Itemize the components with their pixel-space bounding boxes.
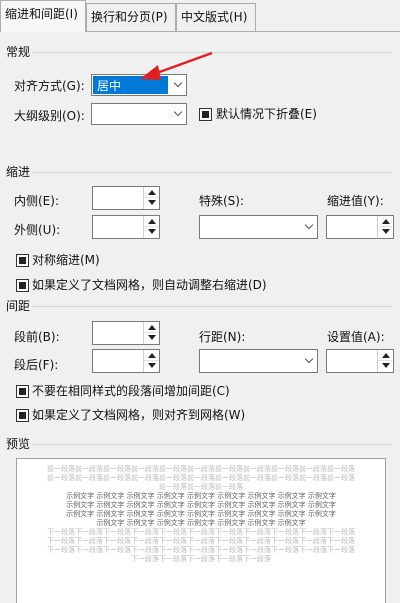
outline-level-dropdown-button[interactable] <box>169 104 186 124</box>
red-arrow-icon <box>140 51 213 80</box>
tab-line-and-page-breaks[interactable]: 换行和分页(P) <box>86 3 176 31</box>
special-indent-label: 特殊(S): <box>199 194 245 208</box>
line-spacing-label: 行距(N): <box>199 330 246 344</box>
section-divider <box>32 172 392 173</box>
spin-down-icon[interactable] <box>382 229 390 234</box>
chevron-down-icon <box>304 354 314 364</box>
tab-asian-typography[interactable]: 中文版式(H) <box>176 3 256 31</box>
snap-to-grid-label: 如果定义了文档网格，则对齐到网格(W) <box>32 408 246 422</box>
chevron-down-icon <box>173 107 183 117</box>
tab-bar: 缩进和间距(I) 换行和分页(P) 中文版式(H) <box>0 0 400 32</box>
tab-label: 换行和分页(P) <box>91 10 168 24</box>
inside-indent-spinner[interactable] <box>92 186 160 210</box>
inside-indent-label: 内侧(E): <box>14 194 59 208</box>
preview-sample-text-line: 示例文字 示例文字 示例文字 示例文字 示例文字 示例文字 示例文字 示例文字 … <box>66 501 336 509</box>
spacing-before-spinner[interactable] <box>92 321 160 345</box>
no-space-same-style-label: 不要在相同样式的段落间增加间距(C) <box>32 384 230 398</box>
special-indent-combo[interactable] <box>199 215 318 239</box>
spinner-buttons[interactable] <box>143 322 159 344</box>
preview-previous-paragraph-line: 前一段落前一段落前一段落 <box>159 483 243 491</box>
line-spacing-combo[interactable] <box>199 349 318 373</box>
tab-label: 缩进和间距(I) <box>5 7 78 21</box>
tab-label: 中文版式(H) <box>181 10 248 24</box>
preview-sample-text-line: 示例文字 示例文字 示例文字 示例文字 示例文字 示例文字 示例文字 示例文字 … <box>66 510 336 518</box>
outline-level-label: 大纲级别(O): <box>14 109 85 123</box>
section-title-general: 常规 <box>6 45 31 59</box>
spin-up-icon[interactable] <box>148 353 156 358</box>
auto-adjust-right-indent-label: 如果定义了文档网格，则自动调整右缩进(D) <box>32 278 267 292</box>
spin-up-icon[interactable] <box>148 219 156 224</box>
preview-previous-paragraph-line: 前一段落前一段落前一段落前一段落前一段落前一段落前一段落前一段落前一段落前一段落… <box>47 465 355 473</box>
spin-down-icon[interactable] <box>148 335 156 340</box>
alignment-value: 居中 <box>97 79 122 93</box>
spin-down-icon[interactable] <box>148 363 156 368</box>
chevron-down-icon <box>304 220 314 230</box>
spin-up-icon[interactable] <box>148 325 156 330</box>
alignment-label: 对齐方式(G): <box>14 79 85 93</box>
line-spacing-at-spinner[interactable] <box>326 349 394 373</box>
mirror-indents-checkbox[interactable] <box>16 254 29 267</box>
section-divider <box>32 306 392 307</box>
line-spacing-dropdown-button[interactable] <box>300 350 317 372</box>
spin-down-icon[interactable] <box>148 200 156 205</box>
preview-previous-paragraph-line: 前一段落前一段落前一段落前一段落前一段落前一段落前一段落前一段落前一段落前一段落… <box>47 474 355 482</box>
spin-up-icon[interactable] <box>148 190 156 195</box>
section-divider <box>32 444 392 445</box>
outline-level-combo[interactable] <box>91 103 187 125</box>
preview-next-paragraph-line: 下一段落下一段落下一段落下一段落下一段落下一段落下一段落下一段落下一段落下一段落… <box>47 528 355 536</box>
preview-next-paragraph-line: 下一段落下一段落下一段落下一段落下一段落 <box>131 555 271 563</box>
spinner-buttons[interactable] <box>377 216 393 238</box>
collapse-by-default-label: 默认情况下折叠(E) <box>216 107 317 121</box>
outside-indent-spinner[interactable] <box>92 215 160 239</box>
spinner-buttons[interactable] <box>377 350 393 372</box>
spinner-buttons[interactable] <box>143 216 159 238</box>
spacing-before-label: 段前(B): <box>14 330 60 344</box>
preview-pane: 前一段落前一段落前一段落前一段落前一段落前一段落前一段落前一段落前一段落前一段落… <box>16 458 386 603</box>
spin-up-icon[interactable] <box>382 353 390 358</box>
spacing-after-spinner[interactable] <box>92 349 160 373</box>
section-title-preview: 预览 <box>6 437 31 451</box>
spinner-buttons[interactable] <box>143 187 159 209</box>
preview-next-paragraph-line: 下一段落下一段落下一段落下一段落下一段落下一段落下一段落下一段落下一段落下一段落… <box>47 546 355 554</box>
auto-adjust-right-indent-checkbox[interactable] <box>16 279 29 292</box>
no-space-same-style-checkbox[interactable] <box>16 385 29 398</box>
indent-by-label: 缩进值(Y): <box>327 194 384 208</box>
preview-sample-text-line: 示例文字 示例文字 示例文字 示例文字 示例文字 示例文字 示例文字 示例文字 … <box>66 492 336 500</box>
snap-to-grid-checkbox[interactable] <box>16 409 29 422</box>
mirror-indents-label: 对称缩进(M) <box>32 253 100 267</box>
spacing-after-label: 段后(F): <box>14 358 59 372</box>
outside-indent-label: 外侧(U): <box>14 223 61 237</box>
preview-next-paragraph-line: 下一段落下一段落下一段落下一段落下一段落下一段落下一段落下一段落下一段落下一段落… <box>47 537 355 545</box>
indent-by-spinner[interactable] <box>326 215 394 239</box>
spin-down-icon[interactable] <box>148 229 156 234</box>
line-spacing-at-label: 设置值(A): <box>327 330 385 344</box>
spin-up-icon[interactable] <box>382 219 390 224</box>
special-indent-dropdown-button[interactable] <box>300 216 317 238</box>
section-title-indentation: 缩进 <box>6 165 31 179</box>
spinner-buttons[interactable] <box>143 350 159 372</box>
section-title-spacing: 间距 <box>6 299 31 313</box>
spin-down-icon[interactable] <box>382 363 390 368</box>
collapse-by-default-checkbox[interactable] <box>199 108 212 121</box>
preview-sample-text-line: 示例文字 示例文字 示例文字 示例文字 示例文字 示例文字 示例文字 <box>96 519 306 527</box>
tab-indents-and-spacing[interactable]: 缩进和间距(I) <box>0 0 86 32</box>
